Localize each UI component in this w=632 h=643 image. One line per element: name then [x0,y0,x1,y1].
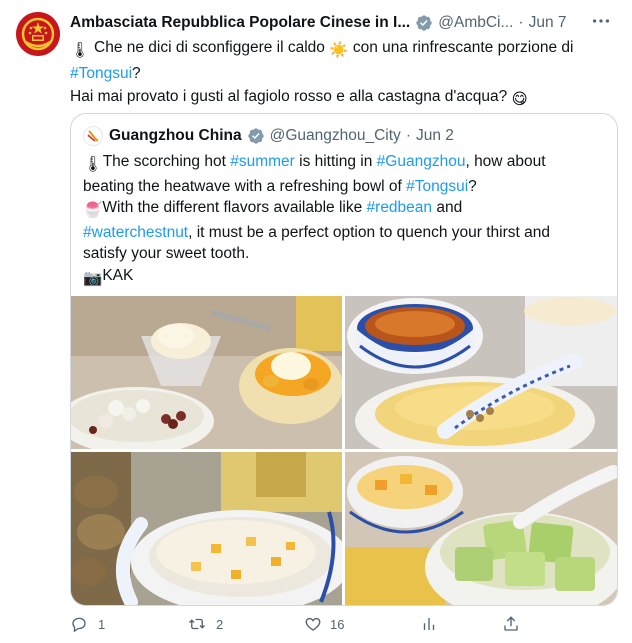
photo-3[interactable] [71,452,342,605]
tweet[interactable]: Ambasciata Repubblica Popolare Cinese in… [0,0,632,643]
more-icon[interactable] [590,10,612,32]
thermometer-emoji: 🌡 [83,156,103,173]
reply-button[interactable]: 1 [70,612,105,636]
author-handle[interactable]: @AmbCi... [438,14,513,32]
author-avatar[interactable] [16,12,60,56]
like-button[interactable] [304,612,332,636]
hashtag-link[interactable]: #Guangzhou [377,153,466,170]
hashtag-link[interactable]: #redbean [367,199,433,216]
photo-2[interactable] [345,296,617,449]
action-bar: 1 2 16 [70,612,618,636]
hashtag-link[interactable]: #summer [230,153,295,170]
guangzhou-logo-icon [87,130,99,142]
photo-grid [71,296,617,605]
quote-text-span: ? [468,177,477,195]
retweet-icon [189,618,205,630]
like-icon [305,617,321,631]
author-name[interactable]: Ambasciata Repubblica Popolare Cinese in… [70,14,410,32]
tweet-text: 🌡 Che ne dici di sconfiggere il caldo ☀️… [70,36,618,111]
quote-text-span: The scorching hot [102,153,231,170]
thermometer-emoji: 🌡 [70,42,90,59]
camera-emoji: 📷 [83,269,103,287]
views-icon [423,618,435,630]
quote-date[interactable]: Jun 2 [416,127,454,145]
tweet-text-line1-a: Che ne dici di sconfiggere il caldo [94,39,325,56]
hashtag-link[interactable]: #Tongsui [70,65,132,82]
quote-header: Guangzhou China @Guangzhou_City · Jun 2 [83,125,454,147]
verified-badge-icon [247,128,264,144]
retweet-count: 2 [216,616,224,632]
tweet-text-line1-b: con una rinfrescante porzione di [352,39,574,56]
quote-text-span: and [432,199,463,217]
tweet-text-line3: Hai mai provato i gusti al fagiolo rosso… [70,88,508,105]
photo-4[interactable] [345,452,617,605]
views-count: 16 [330,616,345,632]
photo-coconut-dessert [71,452,342,605]
sun-emoji: ☀️ [329,42,349,59]
quoted-tweet[interactable]: Guangzhou China @Guangzhou_City · Jun 2 … [70,113,618,606]
quote-separator: · [405,127,411,144]
photo-1[interactable] [71,296,342,449]
reply-count: 1 [98,616,106,632]
views-button[interactable] [420,612,448,636]
retweet-button[interactable]: 2 [188,612,223,636]
header-separator: · [518,14,524,31]
tweet-header: Ambasciata Repubblica Popolare Cinese in… [70,12,618,34]
views-text-wrap: 16 [330,612,344,636]
quote-text-span: , it must be a perfect option to quench … [188,223,550,241]
photo-redbean-bowls [71,296,342,449]
hashtag-link[interactable]: #Tongsui [406,178,468,195]
quote-text: 🌡The scorching hot #summer is hitting in… [83,151,607,290]
dessert-emoji: 🍧 [83,202,103,220]
share-icon [504,616,518,631]
quote-text-span: satisfy your sweet tooth. [83,245,250,263]
quote-text-span: beating the heatwave with a refreshing b… [83,177,407,195]
yum-emoji: 😋 [511,91,528,108]
tweet-date[interactable]: Jun 7 [529,14,567,32]
share-button[interactable] [502,612,530,636]
quote-avatar[interactable] [83,126,103,146]
hashtag-link[interactable]: #waterchestnut [83,224,188,241]
quote-text-span: , how about [465,153,546,170]
quote-author-handle[interactable]: @Guangzhou_City [270,127,401,145]
verified-badge-icon [416,15,432,31]
quote-author-name[interactable]: Guangzhou China [109,127,242,145]
photo-green-jelly [345,452,617,605]
photo-credit: KAK [102,266,134,284]
quote-text-span: With the different flavors available lik… [102,199,367,217]
quote-text-span: is hitting in [294,153,377,170]
emblem-icon [16,12,60,56]
photo-brulee-bowls [345,296,617,449]
tweet-text-line2-tail: ? [132,65,141,82]
reply-icon [72,617,86,633]
